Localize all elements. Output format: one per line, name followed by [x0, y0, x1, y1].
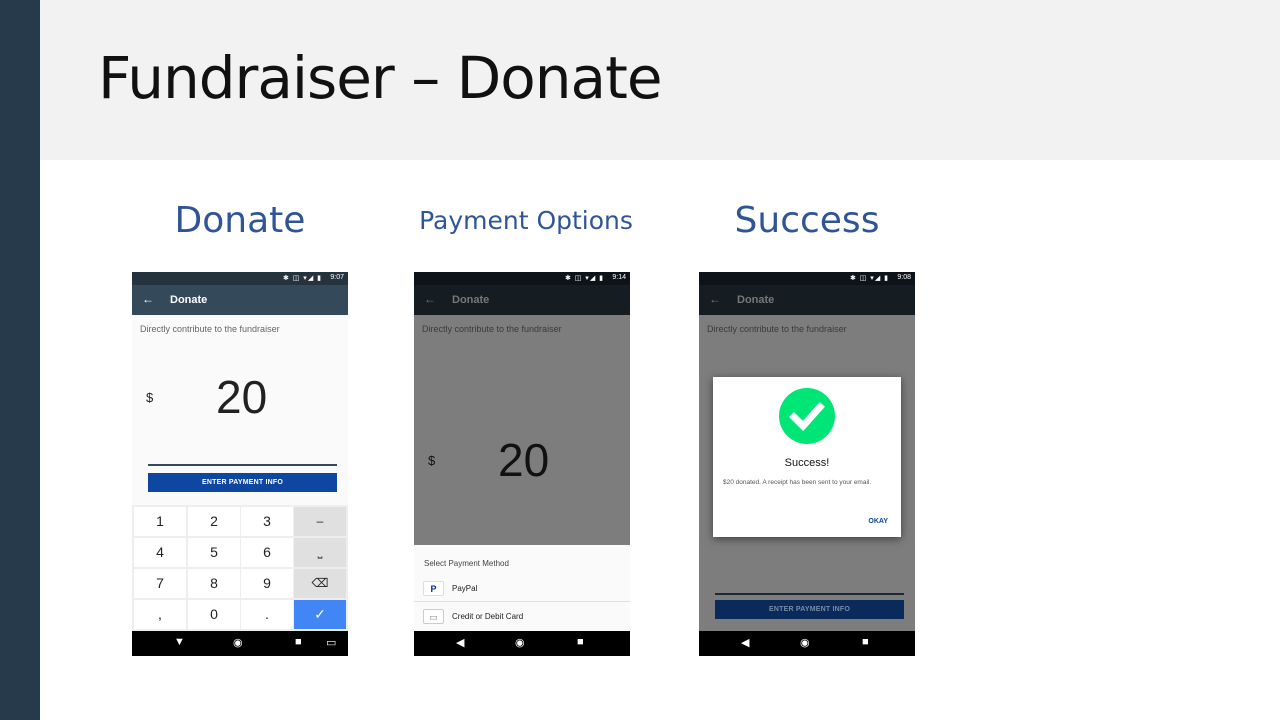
key-minus[interactable]: – [294, 507, 346, 536]
dimmed-content: Directly contribute to the fundraiser $ … [414, 315, 630, 545]
amount-field: 20 [498, 434, 550, 486]
heading-payment-options: Payment Options [419, 206, 633, 235]
nav-recents-icon[interactable]: ■ [862, 636, 869, 648]
app-bar: ← Donate [414, 285, 630, 315]
status-icons: ✱ ◫ ▾◢ ▮ [282, 275, 322, 282]
payment-method-sheet: Select Payment Method P PayPal ▭ Credit … [414, 545, 630, 631]
payment-option-paypal[interactable]: P PayPal [414, 576, 630, 602]
app-bar-title: Donate [737, 294, 775, 306]
amount-field[interactable]: 20 [216, 370, 267, 424]
app-bar: ← Donate [132, 285, 348, 315]
app-bar-title: Donate [170, 294, 208, 306]
back-arrow-icon[interactable]: ← [142, 292, 154, 306]
nav-recents-icon[interactable]: ■ [577, 636, 584, 648]
amount-underline [715, 593, 904, 595]
nav-recents-icon[interactable]: ■ [295, 636, 302, 648]
status-bar: ✱ ◫ ▾◢ ▮ 9:07 [132, 272, 348, 285]
payment-option-card[interactable]: ▭ Credit or Debit Card [414, 604, 630, 630]
key-2[interactable]: 2 [188, 507, 240, 536]
key-7[interactable]: 7 [134, 569, 186, 598]
nav-back-icon[interactable]: ◀ [456, 636, 464, 649]
key-comma[interactable]: , [134, 600, 186, 629]
okay-button[interactable]: OKAY [868, 518, 888, 525]
enter-payment-info-button[interactable]: ENTER PAYMENT INFO [148, 473, 337, 492]
donate-description: Directly contribute to the fundraiser [707, 324, 847, 334]
key-space-icon[interactable]: ⎵ [294, 538, 346, 567]
currency-symbol: $ [428, 453, 436, 468]
numeric-keypad: 1 2 3 – 4 5 6 ⎵ 7 8 9 ⌫ , 0 . ✓ [132, 505, 348, 631]
dialog-message: $20 donated. A receipt has been sent to … [723, 479, 872, 486]
app-bar: ← Donate [699, 285, 915, 315]
slide-accent-bar [0, 0, 40, 720]
donate-description: Directly contribute to the fundraiser [140, 324, 280, 334]
back-arrow-icon[interactable]: ← [709, 292, 721, 306]
key-4[interactable]: 4 [134, 538, 186, 567]
key-1[interactable]: 1 [134, 507, 186, 536]
slide: Fundraiser – Donate Donate Payment Optio… [0, 0, 1280, 720]
key-5[interactable]: 5 [188, 538, 240, 567]
status-time: 9:08 [897, 274, 911, 281]
status-bar: ✱ ◫ ▾◢ ▮ 9:08 [699, 272, 915, 285]
key-8[interactable]: 8 [188, 569, 240, 598]
key-0[interactable]: 0 [188, 600, 240, 629]
paypal-icon: P [423, 581, 444, 596]
heading-donate: Donate [174, 200, 306, 241]
success-dialog: Success! $20 donated. A receipt has been… [713, 377, 901, 537]
nav-back-icon[interactable]: ▼ [174, 636, 185, 648]
android-nav-bar: ◀ ◉ ■ [414, 631, 630, 656]
app-bar-title: Donate [452, 294, 490, 306]
nav-keyboard-icon[interactable]: ▭ [326, 636, 336, 649]
key-period[interactable]: . [241, 600, 293, 629]
amount-underline [148, 464, 337, 466]
status-time: 9:14 [612, 274, 626, 281]
status-bar: ✱ ◫ ▾◢ ▮ 9:14 [414, 272, 630, 285]
status-icons: ✱ ◫ ▾◢ ▮ [564, 275, 604, 282]
phone-payment-options-screen: ✱ ◫ ▾◢ ▮ 9:14 ← Donate Directly contribu… [414, 272, 630, 656]
payment-option-label: Credit or Debit Card [452, 612, 524, 621]
sheet-title: Select Payment Method [424, 559, 509, 568]
key-6[interactable]: 6 [241, 538, 293, 567]
key-done-check-icon[interactable]: ✓ [294, 600, 346, 629]
dialog-title: Success! [784, 457, 830, 469]
key-3[interactable]: 3 [241, 507, 293, 536]
status-icons: ✱ ◫ ▾◢ ▮ [849, 275, 889, 282]
payment-option-label: PayPal [452, 584, 478, 593]
android-nav-bar: ◀ ◉ ■ [699, 631, 915, 656]
currency-symbol: $ [146, 390, 154, 405]
android-nav-bar: ▼ ◉ ■ ▭ [132, 631, 348, 656]
donate-description: Directly contribute to the fundraiser [422, 324, 562, 334]
nav-home-icon[interactable]: ◉ [800, 636, 810, 649]
success-check-icon [779, 388, 835, 444]
back-arrow-icon[interactable]: ← [424, 292, 436, 306]
nav-home-icon[interactable]: ◉ [515, 636, 525, 649]
nav-back-icon[interactable]: ◀ [741, 636, 749, 649]
key-9[interactable]: 9 [241, 569, 293, 598]
heading-success: Success [734, 200, 880, 241]
status-time: 9:07 [330, 274, 344, 281]
nav-home-icon[interactable]: ◉ [233, 636, 243, 649]
key-backspace-icon[interactable]: ⌫ [294, 569, 346, 598]
slide-title: Fundraiser – Donate [98, 44, 663, 112]
phone-success-screen: ✱ ◫ ▾◢ ▮ 9:08 ← Donate Directly contribu… [699, 272, 915, 656]
credit-card-icon: ▭ [423, 609, 444, 624]
enter-payment-info-button: ENTER PAYMENT INFO [715, 600, 904, 619]
phone-donate-screen: ✱ ◫ ▾◢ ▮ 9:07 ← Donate Directly contribu… [132, 272, 348, 656]
